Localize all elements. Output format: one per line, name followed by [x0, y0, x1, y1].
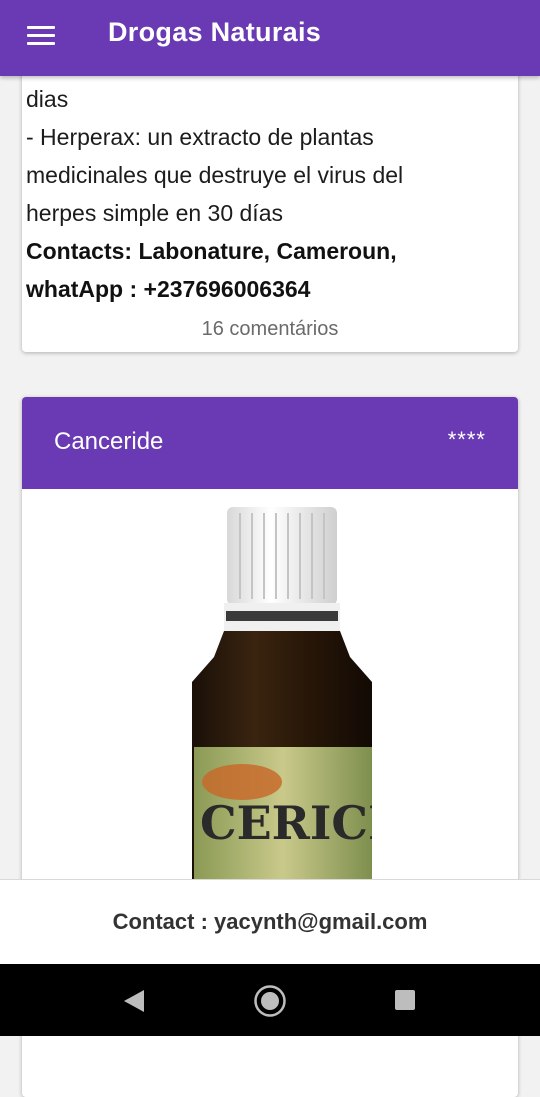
system-nav-bar — [0, 964, 540, 1036]
product-rating: **** — [447, 427, 486, 452]
post-body: dias - Herperax: un extracto de plantas … — [26, 80, 512, 308]
post-card[interactable]: dias - Herperax: un extracto de plantas … — [22, 40, 518, 352]
post-contact-line: Contacts: Labonature, Cameroun, — [26, 238, 397, 264]
recent-apps-square-icon[interactable] — [394, 989, 416, 1011]
app-bar: Drogas Naturais — [0, 0, 540, 76]
product-title: Canceride — [54, 428, 164, 455]
post-text-line: medicinales que destruye el virus del — [26, 162, 404, 188]
post-text-line: herpes simple en 30 días — [26, 200, 283, 226]
bottle-label-text: CERICID — [200, 796, 372, 850]
contact-footer: Contact : yacynth@gmail.com — [0, 879, 540, 965]
home-circle-icon[interactable] — [253, 984, 287, 1018]
comments-link[interactable]: 16 comentários — [22, 318, 518, 341]
product-card-header: Canceride **** — [22, 397, 518, 489]
post-contact-line: whatApp : +237696006364 — [26, 276, 311, 302]
app-title: Drogas Naturais — [108, 17, 322, 47]
hamburger-menu-icon[interactable] — [27, 24, 55, 46]
back-triangle-icon[interactable] — [122, 988, 146, 1014]
post-text-line: dias — [26, 86, 69, 112]
product-bottle-image: CERICID — [192, 507, 372, 927]
post-text-line: - Herperax: un extracto de plantas — [26, 124, 374, 150]
contact-email[interactable]: Contact : yacynth@gmail.com — [0, 909, 540, 935]
